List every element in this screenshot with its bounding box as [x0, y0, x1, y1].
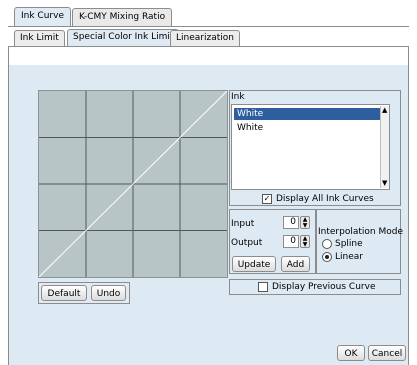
- output-stepper[interactable]: ▲ ▼: [300, 235, 310, 248]
- output-label: Output: [231, 238, 263, 248]
- ok-button[interactable]: OK: [337, 345, 365, 361]
- tab-label: K-CMY Mixing Ratio: [79, 12, 166, 22]
- input-field[interactable]: 0: [283, 216, 299, 229]
- cancel-button[interactable]: Cancel: [368, 345, 406, 361]
- tab-divider: [8, 26, 409, 27]
- scroll-up-icon[interactable]: ▲: [382, 106, 387, 114]
- add-button-label: Add: [286, 260, 305, 270]
- tab-ink-curve[interactable]: Ink Curve: [14, 7, 71, 27]
- linear-label: Linear: [335, 252, 363, 262]
- output-value: 0: [290, 236, 296, 246]
- list-item[interactable]: White: [234, 122, 383, 134]
- undo-button-label: Undo: [96, 289, 121, 299]
- tab-k-cmy-mixing-ratio[interactable]: K-CMY Mixing Ratio: [72, 8, 173, 26]
- ink-title: Ink: [231, 92, 245, 102]
- chevron-down-icon[interactable]: ▼: [301, 242, 309, 248]
- ink-curve-graph[interactable]: [38, 90, 228, 278]
- list-item-label: White: [237, 109, 264, 119]
- spline-label: Spline: [335, 239, 363, 249]
- update-button[interactable]: Update: [232, 256, 276, 272]
- add-button[interactable]: Add: [281, 256, 310, 272]
- cancel-button-label: Cancel: [371, 349, 403, 359]
- tab-label: Special Color Ink Limit: [73, 32, 174, 42]
- tab-linearization[interactable]: Linearization: [170, 30, 240, 46]
- tab-special-color-ink-limit[interactable]: Special Color Ink Limit: [67, 29, 180, 46]
- input-label: Input: [231, 219, 255, 229]
- ok-button-label: OK: [344, 349, 358, 359]
- tab-label: Ink Curve: [21, 11, 64, 21]
- spline-radio[interactable]: [322, 239, 332, 249]
- display-all-ink-curves-checkbox[interactable]: ✓: [262, 194, 272, 204]
- list-item-label: White: [237, 123, 264, 133]
- tab-label: Ink Limit: [20, 33, 59, 43]
- output-field[interactable]: 0: [283, 235, 299, 248]
- checkmark-icon: ✓: [263, 194, 271, 203]
- tab-label: Linearization: [176, 33, 234, 43]
- display-previous-curve-checkbox[interactable]: [258, 282, 268, 292]
- interpolation-mode-title: Interpolation Mode: [318, 227, 403, 237]
- ink-list-scrollbar[interactable]: ▲ ▼: [380, 106, 389, 188]
- scroll-down-icon[interactable]: ▼: [382, 179, 387, 187]
- display-all-ink-curves-label: Display All Ink Curves: [276, 194, 374, 204]
- undo-button[interactable]: Undo: [91, 285, 126, 301]
- input-stepper[interactable]: ▲ ▼: [300, 216, 310, 229]
- tab-ink-limit[interactable]: Ink Limit: [14, 30, 65, 46]
- curve-grid: [39, 91, 227, 277]
- default-button[interactable]: Default: [41, 285, 87, 301]
- linear-radio[interactable]: [322, 252, 332, 262]
- panel-header-strip: [9, 47, 408, 65]
- display-previous-curve-label: Display Previous Curve: [272, 282, 376, 292]
- default-button-label: Default: [47, 289, 81, 299]
- input-value: 0: [290, 217, 296, 227]
- update-button-label: Update: [237, 260, 271, 270]
- list-item[interactable]: White: [234, 108, 383, 120]
- chevron-down-icon[interactable]: ▼: [301, 223, 309, 229]
- ink-list[interactable]: White White: [231, 104, 390, 190]
